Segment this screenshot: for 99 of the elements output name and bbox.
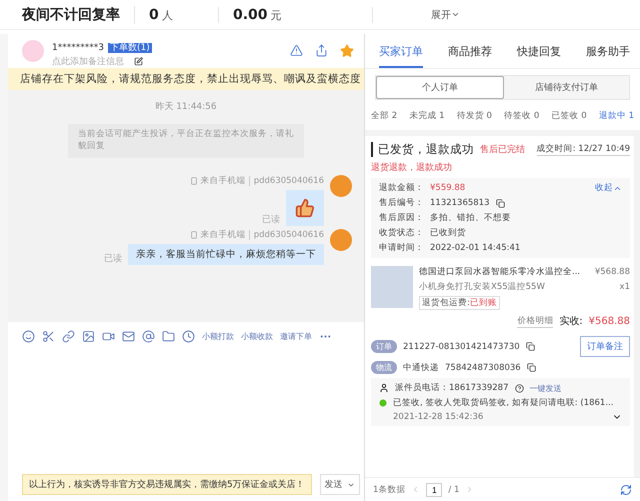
copy-icon[interactable] xyxy=(496,198,504,208)
folder-icon[interactable] xyxy=(162,330,175,342)
send-link[interactable]: 一键发送 xyxy=(530,382,562,394)
filter-tab[interactable]: 待签收 0 xyxy=(504,110,540,122)
stat-value: 0.00 xyxy=(233,6,268,22)
order-count-badge: 下单数(1) xyxy=(108,42,152,52)
caret-icon xyxy=(451,10,460,19)
warning-icon[interactable] xyxy=(290,44,303,57)
order-tag: 订单 xyxy=(371,340,397,353)
tab[interactable]: 买家订单 xyxy=(379,40,423,68)
detail-label: 退款金额： xyxy=(379,182,424,194)
detail-label: 申请时间： xyxy=(379,242,424,254)
copy-icon[interactable] xyxy=(526,342,535,351)
agent-avatar xyxy=(330,228,352,251)
scissors-icon[interactable] xyxy=(42,330,55,342)
page-total: / 1 xyxy=(448,484,460,494)
stat-unit: 人 xyxy=(162,8,173,22)
total-count: 1条数据 xyxy=(373,484,406,496)
courier-phone-label: 派件员电话：18617339287 xyxy=(395,382,508,394)
system-notice: 当前会话可能产生投诉，平台正在监控本次服务，请礼貌回复 xyxy=(68,124,304,158)
detail-label: 售后编号： xyxy=(379,197,424,209)
refresh-icon[interactable] xyxy=(620,484,632,496)
paid-amount: ¥568.88 xyxy=(588,316,630,326)
product-spec: 小机身免打孔安装X55温控55W xyxy=(419,281,545,293)
thumbs-up-icon xyxy=(295,198,315,218)
user-icon xyxy=(379,383,389,393)
edit-icon[interactable] xyxy=(134,56,143,66)
clock-icon[interactable] xyxy=(182,330,195,342)
collapse-link[interactable]: 收起 xyxy=(595,182,622,194)
detail-label: 收货状态： xyxy=(379,227,424,239)
product-quantity: x1 xyxy=(620,282,630,292)
warning-banner: 店铺存在下架风险，请规范服务态度，禁止出现辱骂、嘲讽及蛮横态度 xyxy=(8,68,364,90)
stat-value: 0 xyxy=(149,6,159,22)
status-dot-icon xyxy=(379,399,387,407)
order-remark-button[interactable]: 订单备注 xyxy=(580,336,630,357)
detail-value: 11321365813 xyxy=(430,198,490,208)
tracking-time: 2021-12-28 15:42:36 xyxy=(393,412,484,422)
carrier-name: 中通快递 xyxy=(403,362,439,374)
sender-name: pdd6305040616 xyxy=(248,230,324,240)
tab[interactable]: 快捷回复 xyxy=(517,40,561,68)
paid-label: 实收: xyxy=(559,314,583,328)
segment-tab[interactable]: 个人订单 xyxy=(376,76,504,99)
message-source: 来自手机端 xyxy=(200,228,246,241)
read-status: 已读 xyxy=(262,214,280,226)
tracking-number: 75842487308036 xyxy=(445,362,521,372)
compliance-notice: 以上行为，核实诱导非官方交易违规属实，需缴纳5万保证金或关店！ xyxy=(22,474,312,495)
expand-link[interactable]: 展开 xyxy=(431,8,460,22)
detail-value: ¥559.88 xyxy=(430,183,466,193)
filter-tab[interactable]: 退款中 1 xyxy=(598,110,634,122)
share-icon[interactable] xyxy=(315,44,328,57)
star-icon[interactable] xyxy=(340,44,354,58)
buyer-name: 1*********3 xyxy=(52,42,104,52)
image-icon[interactable] xyxy=(82,330,95,342)
stat-unit: 元 xyxy=(270,8,282,22)
send-button[interactable]: 发送 xyxy=(320,474,360,495)
tab[interactable]: 服务助手 xyxy=(586,40,630,68)
shipping-tag: 退货包运费:已到账 xyxy=(419,296,500,310)
read-status: 已读 xyxy=(104,252,122,265)
logistics-tag: 物流 xyxy=(371,361,397,374)
phone-icon xyxy=(190,230,198,239)
product-photo-placeholder xyxy=(371,266,413,308)
page-input[interactable]: 1 xyxy=(426,482,442,496)
tracking-status: 已签收, 签收人凭取货码签收, 如有疑问请电联: (1861... xyxy=(393,397,614,409)
segment-tab[interactable]: 店铺待支付订单 xyxy=(504,76,629,99)
aftersale-status: 售后已完结 xyxy=(480,144,525,156)
stat-value: 夜间不计回复率 xyxy=(22,6,120,24)
agent-avatar xyxy=(330,174,352,197)
toolbar-link[interactable]: 小额收款 xyxy=(241,330,273,342)
timestamp: 昨天 11:44:56 xyxy=(155,100,217,113)
order-number: 211227-081301421473730 xyxy=(403,342,520,352)
mail-icon[interactable] xyxy=(122,330,135,342)
emoji-icon[interactable] xyxy=(22,330,35,342)
order-status: 已发货，退款成功 xyxy=(371,142,474,157)
product-price: ¥568.88 xyxy=(594,267,630,277)
help-icon[interactable] xyxy=(514,384,524,392)
refund-type: 退货退款，退款成功 xyxy=(371,162,453,174)
filter-tab[interactable]: 未完成 1 xyxy=(409,110,444,122)
filter-tab[interactable]: 已签收 0 xyxy=(552,110,587,122)
deal-time: 成交时间: 12/27 10:49 xyxy=(536,143,630,156)
sticker-image[interactable] xyxy=(286,190,324,226)
copy-icon[interactable] xyxy=(526,363,536,372)
at-icon[interactable] xyxy=(142,330,155,342)
filter-tab[interactable]: 待发货 0 xyxy=(456,110,492,122)
filter-tab[interactable]: 全部 2 xyxy=(371,110,398,122)
detail-value: 已收到货 xyxy=(430,227,466,239)
price-detail-link[interactable]: 价格明细 xyxy=(517,314,554,328)
toolbar-link[interactable]: 小额打款 xyxy=(202,330,234,342)
detail-label: 售后原因： xyxy=(379,212,424,224)
tab[interactable]: 商品推荐 xyxy=(448,40,492,68)
detail-value: 2022-02-01 14:45:41 xyxy=(430,243,520,253)
message-source: 来自手机端 xyxy=(200,174,246,187)
message-bubble: 亲亲，客服当前忙碌中，麻烦您稍等一下 xyxy=(128,244,324,265)
product-title[interactable]: 德国进口泵回水器智能乐零冷水温控全... xyxy=(419,266,580,278)
avatar xyxy=(22,40,44,62)
sender-name: pdd6305040616 xyxy=(248,176,324,186)
link-icon[interactable] xyxy=(62,330,75,342)
phone-icon xyxy=(190,176,198,185)
detail-value: 多拍、错拍、不想要 xyxy=(430,212,511,224)
toolbar-link[interactable]: 邀请下单 xyxy=(280,330,312,342)
